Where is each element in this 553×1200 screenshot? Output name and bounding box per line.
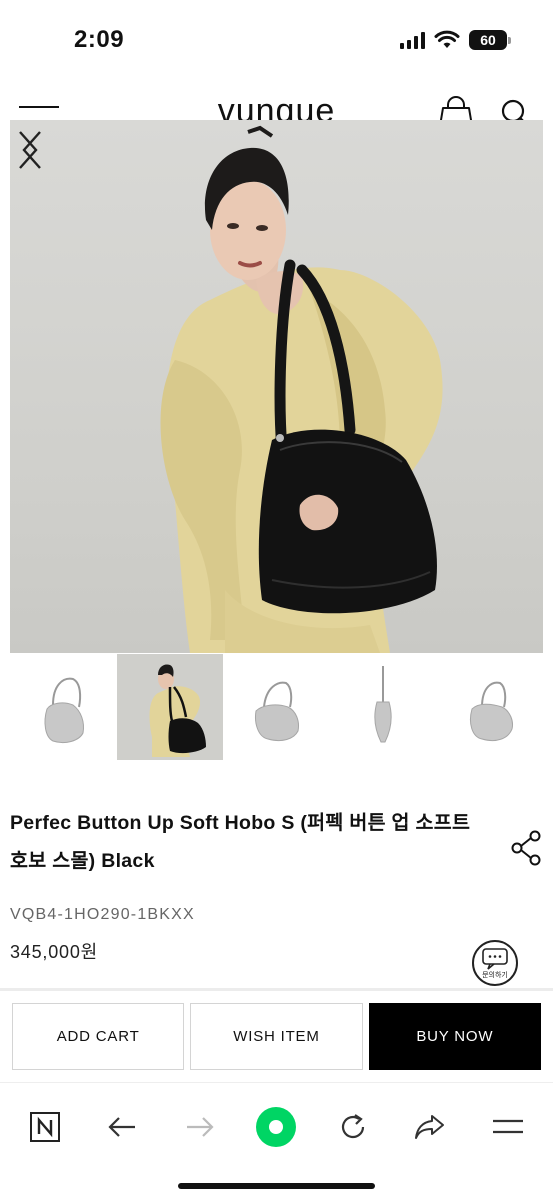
status-icons: 60 xyxy=(400,30,511,50)
action-bar: ADD CART WISH ITEM BUY NOW xyxy=(12,1003,541,1070)
menu-icon[interactable] xyxy=(486,1105,530,1149)
naver-icon[interactable] xyxy=(23,1105,67,1149)
share-arrow-icon[interactable] xyxy=(408,1105,452,1149)
thumbnail-bag-front[interactable] xyxy=(10,654,117,760)
divider xyxy=(0,988,553,991)
share-icon[interactable] xyxy=(510,830,542,866)
chevron-right-icon[interactable] xyxy=(10,120,50,180)
thumbnail-bag-angle[interactable] xyxy=(223,654,330,760)
wish-item-button[interactable]: WISH ITEM xyxy=(190,1003,363,1070)
thumbnail-bag-back[interactable] xyxy=(436,654,543,760)
inquiry-chat-button[interactable]: 문의하기 xyxy=(472,940,518,986)
forward-arrow-icon[interactable] xyxy=(178,1105,222,1149)
product-hero-image[interactable] xyxy=(10,120,543,653)
buy-now-button[interactable]: BUY NOW xyxy=(368,1003,541,1070)
thumbnail-bag-side[interactable] xyxy=(329,654,437,760)
refresh-icon[interactable] xyxy=(331,1105,375,1149)
inquiry-label: 문의하기 xyxy=(482,972,508,979)
back-arrow-icon[interactable] xyxy=(100,1105,144,1149)
cellular-signal-icon xyxy=(400,31,425,49)
home-indicator xyxy=(178,1183,375,1189)
product-price: 345,000원 xyxy=(10,942,99,962)
product-sku: VQB4-1HO290-1BKXX xyxy=(10,906,195,923)
add-cart-button[interactable]: ADD CART xyxy=(12,1003,185,1070)
thumbnail-model-wearing[interactable] xyxy=(116,654,224,760)
wifi-icon xyxy=(434,30,460,48)
browser-toolbar xyxy=(0,1082,553,1200)
status-bar: 2:09 60 xyxy=(0,0,553,84)
product-title: Perfec Button Up Soft Hobo S (퍼펙 버튼 업 소프… xyxy=(10,812,471,872)
green-home-icon[interactable] xyxy=(254,1105,298,1149)
model-photo xyxy=(160,125,443,653)
status-time: 2:09 xyxy=(74,26,125,53)
thumbnail-strip xyxy=(10,654,543,760)
battery-icon: 60 xyxy=(469,30,511,50)
